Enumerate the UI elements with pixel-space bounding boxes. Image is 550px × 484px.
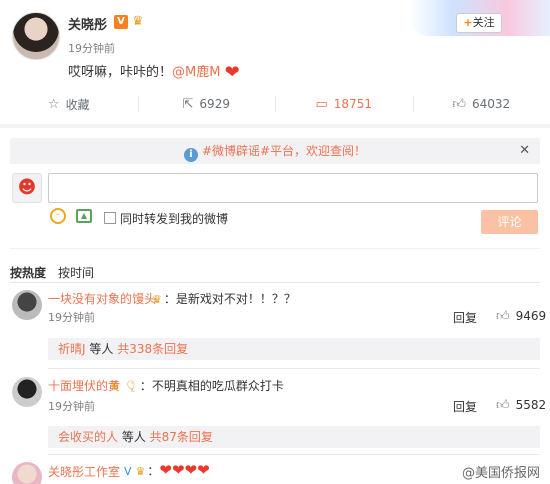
divider	[48, 368, 540, 369]
crown-icon: ♛	[110, 380, 120, 393]
author-avatar[interactable]	[12, 12, 60, 60]
notice-bar: i #微博辟谣#平台，欢迎查阅！ ✕	[10, 138, 540, 164]
follow-label: 关注	[472, 16, 495, 29]
comment-submit-button[interactable]: 评论	[481, 210, 538, 234]
plus-icon: +	[463, 16, 473, 29]
follow-button[interactable]: +关注	[456, 13, 502, 33]
commenter-avatar[interactable]	[12, 377, 42, 407]
comment-like-count: 9469	[515, 309, 547, 323]
comment-time: 19分钟前	[48, 311, 95, 324]
sub-replies[interactable]: 会收买的人 等人 共87条回复	[48, 426, 540, 448]
commenter-avatar[interactable]	[12, 290, 42, 320]
reply-button[interactable]: 回复	[453, 398, 477, 415]
post-time[interactable]: 19分钟前	[68, 40, 115, 56]
like-action[interactable]: 👍︎ 64032	[412, 92, 550, 116]
sort-by-hot-tab[interactable]: 按热度	[10, 266, 46, 280]
balloon-icon: 🎈︎	[123, 380, 138, 393]
reply-button[interactable]: 回复	[453, 309, 477, 326]
thumbs-up-icon: 👍︎	[496, 309, 510, 324]
notice-text[interactable]: #微博辟谣#平台，欢迎查阅！	[202, 144, 366, 158]
comment-text: V ♛ ：❤❤❤❤	[122, 461, 210, 479]
post-content: 哎呀嘛，咔咔的！@M鹿M ❤	[68, 61, 240, 83]
comment-body: ：	[147, 464, 160, 478]
comment-text: ♛ 🎈︎ ：不明真相的吃瓜群众打卡	[108, 377, 284, 394]
comment-like-button[interactable]: 👍︎ 9469	[496, 309, 546, 324]
comment-action[interactable]: ▭ 18751	[275, 92, 413, 116]
favorite-label: 收藏	[65, 97, 90, 112]
divider	[48, 454, 540, 455]
repost-icon: ⇱	[182, 96, 194, 112]
verified-badge-icon: V	[124, 465, 132, 478]
comment-body: ：是新戏对不对！！？？	[163, 292, 296, 306]
section-separator	[0, 124, 550, 128]
weibo-post: 关晓彤 V ♛ 19分钟前 哎呀嘛，咔咔的！@M鹿M ❤ +关注 ☆ 收藏 ⇱ …	[0, 0, 550, 128]
like-count: 64032	[471, 97, 511, 111]
crown-icon: ♛	[132, 14, 144, 29]
info-icon: i	[183, 148, 198, 162]
divider	[10, 282, 540, 283]
hearts-icon: ❤❤❤❤	[159, 461, 210, 479]
crown-icon: ♛	[135, 465, 146, 478]
sort-by-time-tab[interactable]: 按时间	[58, 266, 94, 280]
sort-tabs: 按热度 按时间	[10, 264, 106, 281]
repost-count: 6929	[199, 97, 230, 111]
sub-reply-connector: 等人	[118, 430, 150, 444]
sub-reply-user[interactable]: 祈晴J	[58, 342, 86, 356]
thumbs-up-icon: 👍︎	[496, 398, 510, 413]
post-text: 哎呀嘛，咔咔的！	[68, 65, 173, 80]
repost-checkbox-label[interactable]: 同时转发到我的微博	[120, 210, 228, 227]
close-icon[interactable]: ✕	[519, 138, 530, 164]
heart-icon: ❤	[224, 62, 240, 83]
comment-body: ：不明真相的吃瓜群众打卡	[139, 379, 284, 393]
comment-time: 19分钟前	[48, 400, 95, 413]
post-mention[interactable]: @M鹿M	[172, 65, 220, 80]
sub-reply-connector: 等人	[85, 342, 118, 356]
commenter-avatar[interactable]	[12, 462, 42, 484]
comment-count: 18751	[333, 97, 372, 111]
comment-text: ♛ ：是新戏对不对！！？？	[150, 290, 296, 307]
sub-reply-count[interactable]: 共87条回复	[150, 430, 213, 444]
comment-like-button[interactable]: 👍︎ 5582	[496, 398, 546, 413]
favorite-action[interactable]: ☆ 收藏	[0, 92, 138, 116]
emoji-icon[interactable]: ᵕ	[50, 208, 66, 224]
repost-action[interactable]: ⇱ 6929	[137, 92, 276, 116]
watermark: @美国侨报网	[457, 461, 544, 482]
repost-checkbox[interactable]	[104, 212, 116, 224]
my-avatar: ☻	[12, 173, 42, 203]
sub-reply-count[interactable]: 共338条回复	[117, 342, 188, 356]
verified-badge-icon: V	[114, 15, 128, 29]
comment-username[interactable]: 关晓彤工作室	[48, 463, 120, 480]
crown-icon: ♛	[152, 293, 162, 306]
comment-username[interactable]: 一块没有对象的馒头	[48, 290, 156, 307]
comment-input[interactable]	[48, 173, 538, 203]
image-icon[interactable]: ▲	[76, 209, 92, 223]
sub-replies[interactable]: 祈晴J 等人 共338条回复	[48, 338, 540, 360]
thumbs-up-icon: 👍︎	[452, 96, 466, 112]
sub-reply-user[interactable]: 会收买的人	[58, 430, 118, 444]
comment-like-count: 5582	[515, 398, 547, 412]
star-icon: ☆	[47, 96, 60, 112]
author-name[interactable]: 关晓彤	[68, 14, 107, 33]
post-actions: ☆ 收藏 ⇱ 6929 ▭ 18751 👍︎ 64032	[0, 92, 550, 116]
comment-icon: ▭	[315, 96, 328, 112]
watermark-text: 美国侨报网	[474, 466, 540, 481]
divider	[10, 248, 540, 249]
